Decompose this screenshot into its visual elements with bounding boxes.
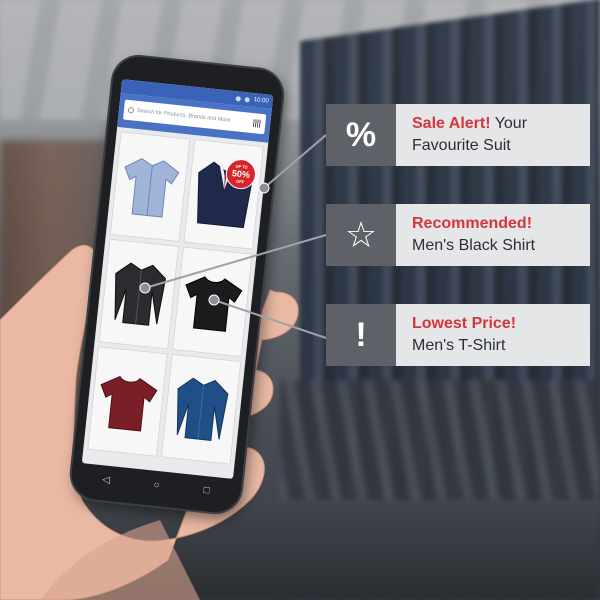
phone-screen: 10:00 Search for Products, Brands and Mo… — [81, 79, 274, 479]
callout-line1: Sale Alert! Your — [412, 113, 574, 135]
home-icon[interactable]: ○ — [153, 479, 160, 491]
back-icon[interactable]: ◁ — [102, 474, 111, 486]
callout-text: Sale Alert! Your Favourite Suit — [396, 104, 590, 166]
callout-highlight: Recommended! — [412, 215, 533, 232]
product-card-checked-shirt[interactable] — [109, 131, 191, 243]
shirt-icon — [124, 158, 180, 218]
callout-line1: Recommended! — [412, 213, 574, 235]
shirt-icon — [114, 262, 167, 326]
recent-apps-icon[interactable]: □ — [203, 484, 210, 496]
product-card-black-shirt[interactable] — [98, 238, 180, 350]
star-icon: ☆ — [326, 204, 396, 266]
callout-line2: Men's Black Shirt — [412, 237, 536, 254]
barcode-icon[interactable] — [252, 119, 262, 128]
shirt-icon — [176, 377, 229, 441]
tshirt-icon — [185, 276, 243, 332]
callout-highlight: Lowest Price! — [412, 315, 517, 332]
percent-icon: % — [326, 104, 396, 166]
battery-icon — [244, 96, 250, 103]
tshirt-icon — [100, 375, 158, 432]
product-card-suit[interactable]: UP TO 50% OFF — [183, 139, 264, 250]
signal-icon — [235, 95, 242, 102]
callout-sale-alert: % Sale Alert! Your Favourite Suit — [326, 104, 590, 166]
callout-text: Recommended! Men's Black Shirt — [396, 204, 590, 266]
callout-line2: Men's T-Shirt — [412, 337, 506, 354]
callout-text: Lowest Price! Men's T-Shirt — [396, 304, 590, 366]
search-icon — [127, 106, 135, 114]
product-card-tshirt[interactable] — [172, 246, 253, 358]
callout-line1: Lowest Price! — [412, 313, 574, 335]
product-grid: UP TO 50% OFF — [83, 127, 268, 469]
product-card-maroon-tshirt[interactable] — [87, 346, 168, 457]
product-card-blue-shirt[interactable] — [160, 353, 242, 465]
search-placeholder: Search for Products, Brands and More — [136, 107, 231, 124]
callout-line2: Favourite Suit — [412, 137, 511, 154]
callout-highlight: Sale Alert! — [412, 115, 491, 132]
callout-lowest-price: ! Lowest Price! Men's T-Shirt — [326, 304, 590, 366]
callout-recommended: ☆ Recommended! Men's Black Shirt — [326, 204, 590, 266]
sale-badge-off: OFF — [235, 178, 245, 185]
status-time: 10:00 — [253, 97, 269, 105]
exclamation-icon: ! — [326, 304, 396, 366]
callout-rest: Your — [490, 115, 528, 132]
